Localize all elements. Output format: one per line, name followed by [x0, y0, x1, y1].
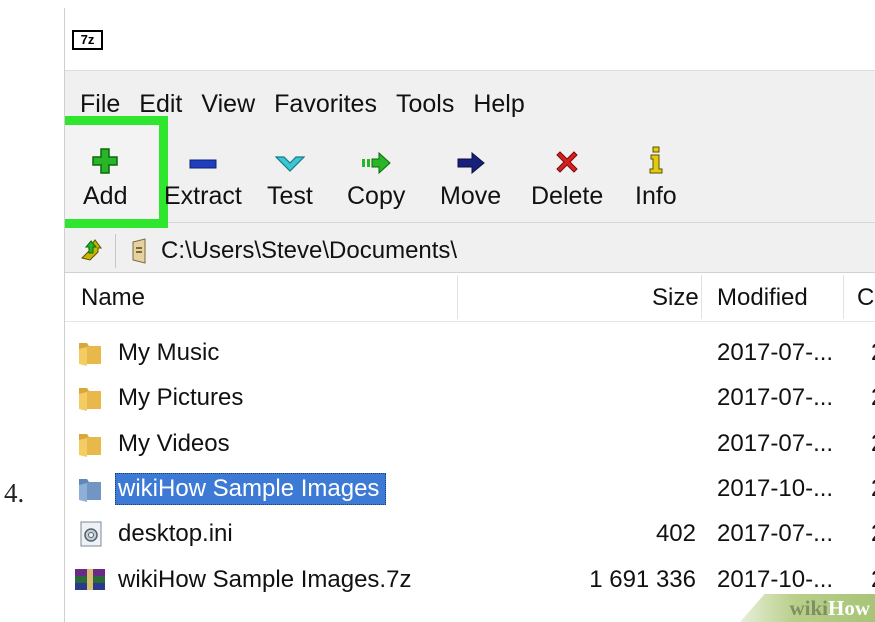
column-name[interactable]: Name	[81, 284, 145, 312]
list-header: Name Size Modified C	[65, 273, 875, 322]
delete-x-icon	[555, 134, 579, 174]
copy-arrow-icon	[361, 134, 391, 174]
copy-label: Copy	[347, 182, 406, 210]
minus-icon	[189, 134, 217, 174]
item-size: 1 691 336	[589, 566, 696, 593]
item-size: 402	[655, 520, 696, 547]
item-modified: 2017-10-...	[717, 475, 834, 502]
column-size[interactable]: Size	[652, 284, 699, 312]
check-chevron-icon	[274, 134, 305, 174]
move-arrow-icon	[456, 134, 486, 174]
item-created: 2	[871, 384, 875, 412]
item-name: wikiHow Sample Images	[115, 473, 387, 505]
copy-button[interactable]: Copy	[347, 124, 405, 222]
info-button[interactable]: Info	[635, 124, 677, 222]
menu-tools[interactable]: Tools	[396, 90, 454, 119]
item-modified: 2017-07-...	[717, 520, 834, 547]
list-item-selected[interactable]: wikiHow Sample Images 2017-10-... 2	[65, 466, 875, 512]
info-icon	[648, 134, 664, 174]
column-divider	[843, 275, 844, 319]
address-bar: C:\Users\Steve\Documents\	[65, 230, 875, 273]
test-label: Test	[267, 182, 313, 210]
item-modified: 2017-07-...	[717, 339, 834, 366]
list-item[interactable]: wikiHow Sample Images.7z 1 691 336 2017-…	[65, 557, 875, 603]
go-up-button[interactable]	[71, 234, 116, 268]
up-folder-icon	[81, 239, 102, 261]
item-created: 2	[871, 430, 875, 458]
step-number: 4.	[4, 478, 25, 508]
item-created: 2	[871, 566, 875, 594]
path-field[interactable]: C:\Users\Steve\Documents\	[121, 230, 875, 272]
item-name: My Pictures	[118, 384, 244, 411]
move-label: Move	[440, 182, 502, 210]
extract-button[interactable]: Extract	[164, 124, 242, 222]
menu-file[interactable]: File	[80, 90, 120, 119]
folder-path-icon	[132, 238, 146, 264]
column-divider	[457, 275, 458, 319]
item-name: wikiHow Sample Images.7z	[118, 566, 412, 593]
delete-button[interactable]: Delete	[531, 124, 603, 222]
move-button[interactable]: Move	[440, 124, 501, 222]
item-modified: 2017-10-...	[717, 566, 834, 593]
column-divider	[701, 275, 702, 319]
7zip-window: 7z File Edit View Favorites Tools Help A…	[64, 8, 875, 622]
menu-view[interactable]: View	[201, 90, 255, 119]
test-button[interactable]: Test	[267, 124, 313, 222]
list-item[interactable]: My Videos 2017-07-... 2	[65, 421, 875, 467]
item-modified: 2017-07-...	[717, 430, 834, 457]
list-item[interactable]: My Pictures 2017-07-... 2	[65, 375, 875, 421]
add-label: Add	[83, 182, 128, 210]
info-label: Info	[635, 182, 677, 210]
item-name: My Music	[118, 339, 220, 366]
folder-icon	[79, 434, 101, 457]
menu-edit[interactable]: Edit	[139, 90, 182, 119]
title-bar: 7z	[65, 8, 875, 71]
plus-icon	[92, 134, 118, 174]
item-name: desktop.ini	[118, 520, 233, 547]
item-name: My Videos	[118, 430, 230, 457]
archive-icon	[75, 569, 105, 590]
list-item[interactable]: desktop.ini 402 2017-07-... 2	[65, 511, 875, 557]
delete-label: Delete	[531, 182, 604, 210]
add-button[interactable]: Add	[83, 124, 127, 222]
folder-icon	[79, 388, 101, 411]
extract-label: Extract	[164, 182, 242, 210]
folder-icon	[79, 343, 101, 366]
menu-favorites[interactable]: Favorites	[274, 90, 377, 119]
item-created: 2	[871, 520, 875, 548]
item-modified: 2017-07-...	[717, 384, 834, 411]
toolbar: Add Extract Test Copy Move Delete Info	[65, 116, 875, 228]
column-created[interactable]: C	[857, 284, 874, 312]
7zip-app-icon[interactable]: 7z	[72, 30, 103, 50]
path-text: C:\Users\Steve\Documents\	[161, 237, 458, 264]
file-list: Name Size Modified C My Music 2017-07-..…	[65, 273, 875, 622]
settings-file-icon	[80, 521, 102, 547]
item-created: 2	[871, 475, 875, 503]
menu-help[interactable]: Help	[473, 90, 524, 119]
column-modified[interactable]: Modified	[717, 284, 808, 312]
list-item[interactable]: My Music 2017-07-... 2	[65, 330, 875, 376]
item-created: 2	[871, 339, 875, 367]
folder-icon	[79, 479, 101, 502]
